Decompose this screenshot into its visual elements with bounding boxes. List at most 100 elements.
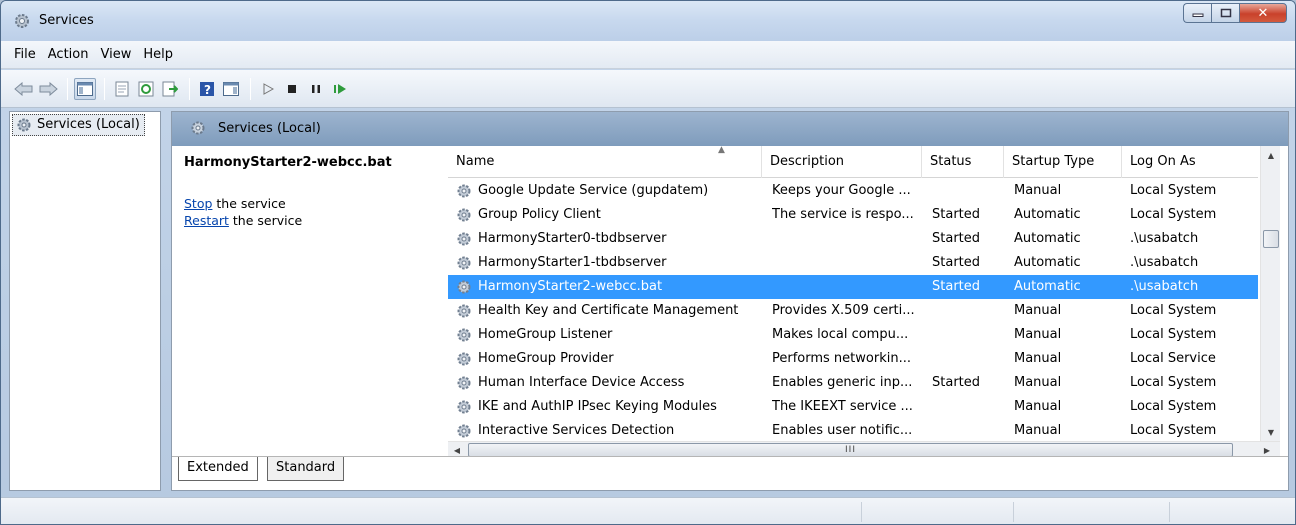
service-startup-type: Automatic <box>1014 231 1081 246</box>
service-description: The service is respo... <box>772 207 914 222</box>
table-row[interactable]: IKE and AuthIP IPsec Keying Modules The I… <box>448 395 1258 419</box>
table-row[interactable]: HarmonyStarter1-tbdbserver Started Automat… <box>448 251 1258 275</box>
services-list: ▲ Name Description Status Startup Type L… <box>448 146 1280 458</box>
restart-service-button[interactable] <box>329 78 351 100</box>
service-name-cell: Health Key and Certificate Management <box>456 299 762 323</box>
service-name-cell: Group Policy Client <box>456 203 762 227</box>
service-log-on-as: Local System <box>1130 327 1217 342</box>
menu-action[interactable]: Action <box>42 47 95 62</box>
service-startup-type: Automatic <box>1014 279 1081 294</box>
stop-service-icon <box>288 84 296 93</box>
stop-service-button[interactable] <box>281 78 303 100</box>
table-row[interactable]: HomeGroup Provider Performs networkin... M… <box>448 347 1258 371</box>
service-name: Interactive Services Detection <box>478 423 675 438</box>
table-row[interactable]: HarmonyStarter0-tbdbserver Started Automat… <box>448 227 1258 251</box>
service-name: IKE and AuthIP IPsec Keying Modules <box>478 399 717 414</box>
service-gear-icon <box>456 183 472 203</box>
menu-file[interactable]: File <box>8 47 42 62</box>
service-name-cell: IKE and AuthIP IPsec Keying Modules <box>456 395 762 419</box>
tab-standard[interactable]: Standard <box>267 457 345 481</box>
service-name: HarmonyStarter0-tbdbserver <box>478 231 667 246</box>
show-hide-action-pane-button[interactable] <box>220 78 242 100</box>
service-description-panel: HarmonyStarter2-webcc.bat Stop the servi… <box>172 146 440 458</box>
pause-service-button[interactable] <box>305 78 327 100</box>
horizontal-scroll-thumb[interactable]: III <box>468 443 1233 457</box>
toolbar-separator <box>104 77 105 100</box>
refresh-button[interactable] <box>135 78 157 100</box>
maximize-button[interactable] <box>1211 3 1239 23</box>
service-gear-icon <box>456 327 472 347</box>
column-header-row: ▲ Name Description Status Startup Type L… <box>448 146 1258 178</box>
tree-item-services-local[interactable]: Services (Local) <box>12 114 145 136</box>
menu-help[interactable]: Help <box>137 47 179 62</box>
show-hide-console-tree-button[interactable] <box>74 77 96 100</box>
services-gear-icon <box>13 12 31 30</box>
column-header-startup-type[interactable]: Startup Type <box>1004 146 1122 178</box>
column-header-label: Description <box>770 154 845 169</box>
vertical-scroll-thumb[interactable] <box>1263 230 1279 248</box>
service-gear-icon <box>456 351 472 371</box>
table-row[interactable]: Google Update Service (gupdatem) Keeps yo… <box>448 179 1258 203</box>
menu-bar: File Action View Help <box>1 41 1295 69</box>
service-startup-type: Manual <box>1014 423 1062 438</box>
restart-service-link[interactable]: Restart <box>184 213 229 228</box>
minimize-button[interactable] <box>1183 3 1211 23</box>
toolbar-separator <box>250 77 251 100</box>
service-name-cell: HarmonyStarter1-tbdbserver <box>456 251 762 275</box>
column-header-description[interactable]: Description <box>762 146 922 178</box>
table-row[interactable]: Health Key and Certificate Management Pro… <box>448 299 1258 323</box>
service-startup-type: Automatic <box>1014 207 1081 222</box>
properties-button[interactable] <box>111 78 133 100</box>
toolbar-separator <box>67 77 68 100</box>
column-header-label: Name <box>456 154 495 169</box>
service-name-cell: HarmonyStarter2-webcc.bat <box>456 275 762 299</box>
column-header-log-on-as[interactable]: Log On As <box>1122 146 1258 178</box>
back-button[interactable] <box>13 78 35 100</box>
table-row[interactable]: Group Policy Client The service is respo.… <box>448 203 1258 227</box>
service-name-cell: HomeGroup Provider <box>456 347 762 371</box>
table-row[interactable]: HomeGroup Listener Makes local compu... Ma… <box>448 323 1258 347</box>
service-startup-type: Manual <box>1014 183 1062 198</box>
service-name-cell: HomeGroup Listener <box>456 323 762 347</box>
table-row[interactable]: HarmonyStarter2-webcc.bat Started Automati… <box>448 275 1258 299</box>
service-description: The IKEEXT service ... <box>772 399 913 414</box>
service-log-on-as: Local System <box>1130 183 1217 198</box>
vertical-scrollbar[interactable]: ▲ ▼ <box>1260 146 1280 441</box>
table-row[interactable]: Interactive Services Detection Enables us… <box>448 419 1258 441</box>
service-name: HomeGroup Provider <box>478 351 614 366</box>
service-status: Started <box>932 231 981 246</box>
pause-service-icon <box>312 84 320 93</box>
scroll-up-icon[interactable]: ▲ <box>1261 146 1281 164</box>
forward-arrow-icon <box>39 81 58 96</box>
service-status: Started <box>932 279 981 294</box>
selected-service-title: HarmonyStarter2-webcc.bat <box>184 155 392 170</box>
start-service-icon <box>263 82 274 95</box>
export-list-button[interactable] <box>159 78 181 100</box>
table-row[interactable]: Human Interface Device Access Enables gen… <box>448 371 1258 395</box>
status-bar-divider <box>861 502 862 522</box>
services-list-body: ▲ Name Description Status Startup Type L… <box>448 146 1258 441</box>
service-gear-icon <box>456 303 472 323</box>
service-gear-icon <box>456 423 472 441</box>
close-button[interactable]: ✕ <box>1239 3 1287 23</box>
column-header-name[interactable]: ▲ Name <box>448 146 762 178</box>
menu-view[interactable]: View <box>94 47 137 62</box>
services-pane: Services (Local) HarmonyStarter2-webcc.b… <box>171 111 1289 491</box>
service-gear-icon <box>456 375 472 395</box>
service-name-cell: Human Interface Device Access <box>456 371 762 395</box>
close-icon: ✕ <box>1257 5 1269 21</box>
show-hide-console-tree-icon <box>77 81 93 96</box>
help-button[interactable]: ? <box>196 78 218 100</box>
status-bar-divider <box>1013 502 1014 522</box>
tab-extended[interactable]: Extended <box>178 457 258 481</box>
toolbar-separator <box>189 77 190 100</box>
scroll-down-icon[interactable]: ▼ <box>1261 423 1281 441</box>
forward-button[interactable] <box>37 78 59 100</box>
start-service-button[interactable] <box>257 78 279 100</box>
service-name: HomeGroup Listener <box>478 327 613 342</box>
title-bar[interactable]: Services ✕ <box>1 1 1295 41</box>
stop-service-link[interactable]: Stop <box>184 196 212 211</box>
export-list-icon <box>162 81 178 96</box>
column-header-status[interactable]: Status <box>922 146 1004 178</box>
service-gear-icon <box>456 279 472 299</box>
